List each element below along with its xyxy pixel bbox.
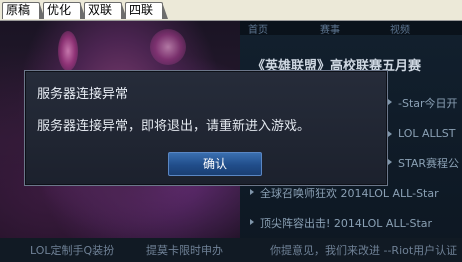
dialog-message: 服务器连接异常，即将退出，请重新进入游戏。 [37, 119, 311, 134]
news-item[interactable]: LOL ALLST [388, 127, 456, 140]
news-item[interactable]: STAR赛程公 [387, 155, 459, 171]
news-nav: 首页 赛事 视频 [240, 21, 462, 36]
connection-error-dialog: 服务器连接异常 服务器连接异常，即将退出，请重新进入游戏。 确认 [24, 70, 388, 186]
tab-label: 原稿 [6, 3, 31, 17]
artwork-glow [58, 31, 78, 71]
tab-label: 四联 [129, 3, 154, 17]
dialog-title: 服务器连接异常 [37, 87, 129, 102]
news-item[interactable]: 全球召唤师狂欢 2014LOL ALL-Star [250, 185, 439, 201]
tab-double[interactable]: 双联 [84, 2, 127, 19]
nav-item[interactable]: 首页 [248, 21, 268, 36]
artwork-glow [150, 29, 186, 65]
news-item[interactable]: -Star今日开 [388, 95, 458, 111]
news-item[interactable]: 顶尖阵容出击! 2014LOL ALL-Star [249, 215, 432, 231]
tab-quad[interactable]: 四联 [125, 2, 168, 19]
tab-original[interactable]: 原稿 [2, 2, 45, 19]
nav-item[interactable]: 视频 [390, 21, 410, 36]
nav-item[interactable]: 赛事 [320, 21, 340, 36]
footer-link[interactable]: 你提意见，我们来改进 --Riot用户认证 [270, 242, 457, 258]
tab-bar: 原稿 优化 双联 四联 [0, 0, 462, 21]
footer-links: LOL定制手Q装扮 提莫卡限时申办 你提意见，我们来改进 --Riot用户认证 [0, 238, 462, 262]
confirm-button[interactable]: 确认 [168, 152, 262, 176]
tab-optimize[interactable]: 优化 [43, 2, 86, 19]
tab-fold [162, 2, 168, 19]
tab-label: 优化 [47, 3, 72, 17]
footer-link[interactable]: LOL定制手Q装扮 [30, 242, 114, 258]
tab-label: 双联 [88, 3, 113, 17]
footer-link[interactable]: 提莫卡限时申办 [146, 242, 223, 258]
